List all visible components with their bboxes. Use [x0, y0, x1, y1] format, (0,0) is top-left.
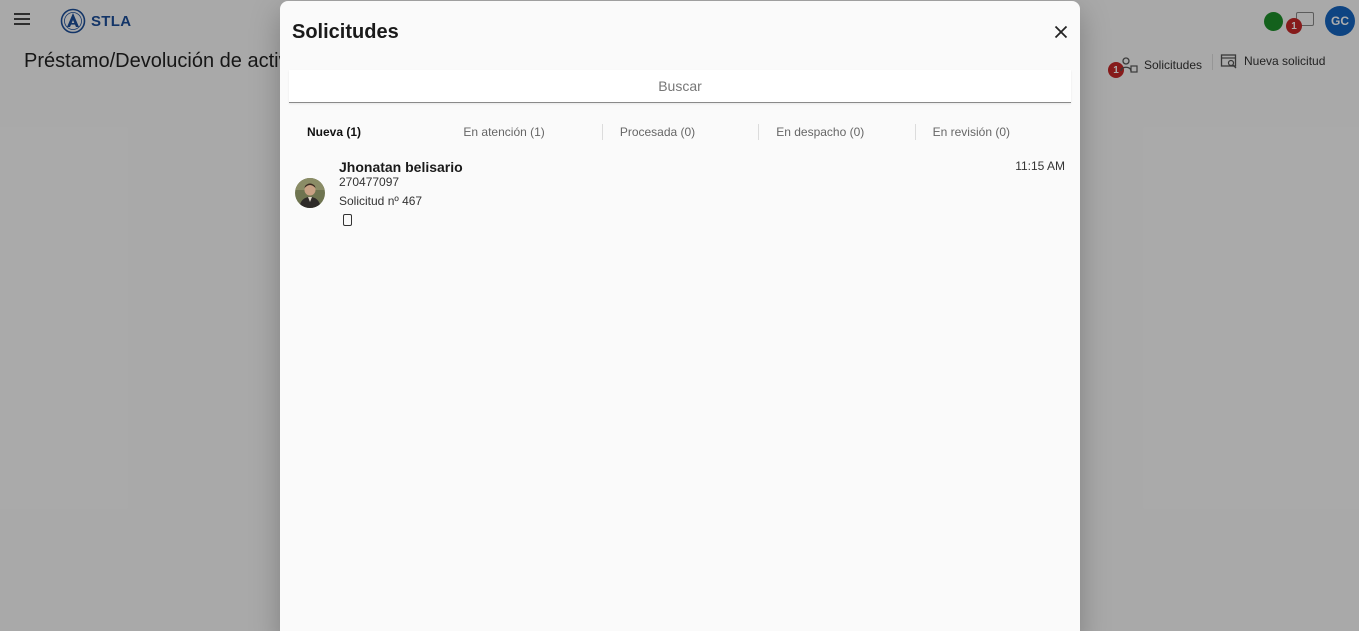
- list-item[interactable]: Jhonatan belisario 270477097 Solicitud n…: [289, 153, 1071, 233]
- close-icon[interactable]: [1052, 23, 1070, 41]
- smartphone-icon: [343, 214, 352, 226]
- solicitudes-dialog: Solicitudes Nueva (1) En atención (1) Pr…: [280, 1, 1080, 631]
- tab-en-despacho[interactable]: En despacho (0): [758, 119, 914, 145]
- requester-phone: 270477097: [339, 175, 400, 189]
- request-number: Solicitud nº 467: [339, 194, 423, 208]
- tab-en-atencion[interactable]: En atención (1): [445, 119, 601, 145]
- search-field: [289, 70, 1071, 103]
- search-input[interactable]: [289, 70, 1071, 102]
- dialog-title: Solicitudes: [292, 21, 399, 43]
- tab-nueva[interactable]: Nueva (1): [289, 119, 445, 145]
- tab-procesada[interactable]: Procesada (0): [601, 119, 758, 145]
- request-time: 11:15 AM: [1015, 159, 1065, 173]
- status-tabs: Nueva (1) En atención (1) Procesada (0) …: [289, 119, 1071, 145]
- requester-name: Jhonatan belisario: [339, 159, 463, 175]
- tab-en-revision[interactable]: En revisión (0): [914, 119, 1071, 145]
- avatar: [295, 178, 325, 208]
